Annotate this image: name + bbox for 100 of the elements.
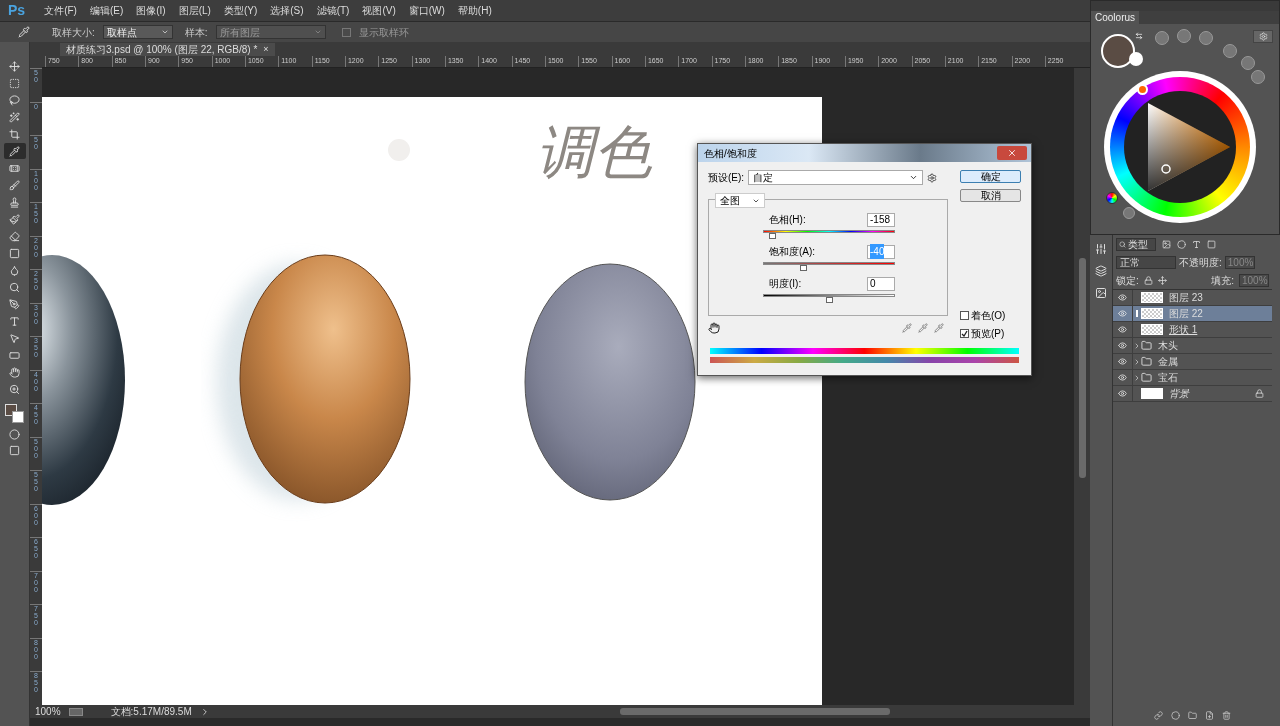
menu-item[interactable]: 类型(Y) bbox=[223, 3, 258, 18]
fill-label: 填充: bbox=[1211, 273, 1234, 288]
slider-thumb[interactable] bbox=[768, 233, 776, 239]
lock-icon[interactable] bbox=[1143, 275, 1153, 285]
eye-icon[interactable] bbox=[1118, 373, 1127, 382]
menu-item[interactable]: 图层(L) bbox=[178, 3, 211, 18]
layer-row[interactable]: 金属 bbox=[1113, 354, 1272, 370]
foreground-color-swatch[interactable] bbox=[1101, 34, 1135, 68]
layer-name: 宝石 bbox=[1158, 371, 1178, 385]
checkbox[interactable] bbox=[960, 311, 969, 320]
eraser-icon bbox=[9, 230, 20, 242]
eye-icon[interactable] bbox=[1118, 389, 1127, 398]
swap-icon[interactable] bbox=[1135, 32, 1143, 40]
round-tool-icon[interactable] bbox=[1199, 31, 1213, 45]
round-tool-icon[interactable] bbox=[1223, 44, 1237, 58]
layer-row[interactable]: 形状 1 bbox=[1113, 322, 1272, 338]
eyedropper-icon bbox=[9, 145, 20, 157]
value-field[interactable]: -158 bbox=[867, 212, 895, 227]
checkbox[interactable] bbox=[960, 329, 969, 338]
zoom-level[interactable]: 100% bbox=[35, 704, 61, 719]
quick-mask-icon[interactable] bbox=[9, 429, 20, 440]
palette-icon[interactable] bbox=[1106, 192, 1118, 204]
layer-row[interactable]: 宝石 bbox=[1113, 370, 1272, 386]
round-tool-icon[interactable] bbox=[1251, 70, 1265, 84]
menu-item[interactable]: 文件(F) bbox=[44, 3, 77, 18]
menu-item[interactable]: 图像(I) bbox=[136, 3, 166, 18]
vertical-scrollbar[interactable] bbox=[1074, 68, 1090, 705]
hand-icon[interactable] bbox=[708, 322, 720, 334]
layer-name: 背景 bbox=[1169, 387, 1189, 401]
filter-dropdown[interactable]: 类型 bbox=[1116, 237, 1156, 251]
dialog-button[interactable]: 确定 bbox=[960, 170, 1021, 183]
zoom-icon bbox=[9, 383, 20, 395]
close-button[interactable] bbox=[997, 146, 1027, 160]
preset-dropdown[interactable]: 自定 bbox=[748, 170, 924, 185]
eye-icon[interactable] bbox=[1118, 341, 1127, 350]
color-swatches-icon[interactable] bbox=[4, 404, 25, 424]
blend-mode-dropdown[interactable]: 正常 bbox=[1116, 255, 1176, 269]
circle-icon[interactable] bbox=[1177, 239, 1186, 249]
menu-item[interactable]: 滤镜(T) bbox=[316, 3, 350, 18]
adjustments-icon[interactable] bbox=[1095, 243, 1107, 255]
eye-icon[interactable] bbox=[1118, 357, 1127, 366]
crop-icon bbox=[9, 128, 20, 140]
link-icon[interactable] bbox=[1154, 711, 1163, 720]
menu-item[interactable]: 视图(V) bbox=[362, 3, 396, 18]
tab-close[interactable]: × bbox=[263, 42, 269, 57]
settings-icon[interactable] bbox=[927, 172, 938, 183]
gradient-icon bbox=[9, 247, 20, 259]
image-icon[interactable] bbox=[1162, 239, 1171, 249]
document-tab[interactable]: 材质练习3.psd @ 100% (图层 22, RGB/8) * × bbox=[60, 43, 275, 56]
folder-icon[interactable] bbox=[1188, 711, 1197, 720]
type-icon[interactable] bbox=[1192, 239, 1201, 249]
dialog-button[interactable]: 取消 bbox=[960, 189, 1021, 202]
layer-name: 木头 bbox=[1158, 339, 1178, 353]
layers-icon[interactable] bbox=[1095, 265, 1107, 277]
wand-icon bbox=[9, 111, 20, 123]
field-label: 样本: bbox=[184, 25, 208, 40]
horizontal-scrollbar[interactable] bbox=[620, 708, 890, 715]
menu-item[interactable]: 窗口(W) bbox=[408, 3, 445, 18]
eyedropper-plus-icon[interactable] bbox=[918, 323, 928, 333]
tool-button[interactable] bbox=[3, 143, 26, 159]
round-tool-icon[interactable] bbox=[1155, 31, 1169, 45]
background-color-swatch[interactable] bbox=[1129, 52, 1143, 66]
eyedropper-icon[interactable] bbox=[902, 323, 912, 333]
rectangle-icon bbox=[9, 349, 20, 361]
settings-button[interactable] bbox=[1253, 30, 1273, 43]
field-label: 取样大小: bbox=[52, 25, 95, 40]
menu-item[interactable]: 编辑(E) bbox=[89, 3, 124, 18]
sample-size-dropdown[interactable]: 取样点 bbox=[102, 25, 173, 39]
slider-label: 饱和度(A): bbox=[769, 245, 816, 259]
settings-icon bbox=[1258, 32, 1268, 41]
move-icon[interactable] bbox=[1157, 275, 1167, 285]
round-tool-icon[interactable] bbox=[1177, 29, 1191, 43]
eyedropper-icon[interactable] bbox=[18, 26, 30, 38]
eye-icon[interactable] bbox=[1118, 309, 1127, 318]
menu-item[interactable]: 帮助(H) bbox=[457, 3, 492, 18]
shape-icon[interactable] bbox=[1207, 239, 1216, 249]
round-tool-icon[interactable] bbox=[1241, 56, 1255, 70]
brush-icon bbox=[9, 179, 20, 191]
panel-tab[interactable]: Coolorus bbox=[1091, 11, 1140, 24]
image-icon[interactable] bbox=[1095, 287, 1107, 299]
menu-item[interactable]: 选择(S) bbox=[270, 3, 304, 18]
layer-row[interactable]: 背景 bbox=[1113, 386, 1272, 402]
value-field[interactable]: 0 bbox=[867, 276, 895, 291]
new-layer-icon[interactable] bbox=[1205, 711, 1214, 720]
folder-icon bbox=[1141, 372, 1152, 383]
bandage-icon bbox=[9, 162, 20, 174]
folder-icon bbox=[1141, 356, 1152, 367]
trash-icon[interactable] bbox=[1222, 711, 1231, 720]
show-ring-checkbox[interactable] bbox=[341, 27, 351, 37]
slider-thumb[interactable] bbox=[800, 265, 807, 271]
eye-icon[interactable] bbox=[1118, 325, 1127, 334]
close-icon bbox=[1007, 148, 1017, 158]
eye-icon[interactable] bbox=[1118, 293, 1127, 302]
channel-dropdown[interactable]: 全图 bbox=[715, 193, 765, 208]
screen-mode-icon[interactable] bbox=[9, 445, 20, 456]
slider-thumb[interactable] bbox=[826, 297, 833, 303]
slider-label: 色相(H): bbox=[769, 213, 806, 227]
eyedropper-minus-icon[interactable] bbox=[934, 323, 944, 333]
mask-icon[interactable] bbox=[1171, 711, 1180, 720]
layer-row[interactable]: 木头 bbox=[1113, 338, 1272, 354]
